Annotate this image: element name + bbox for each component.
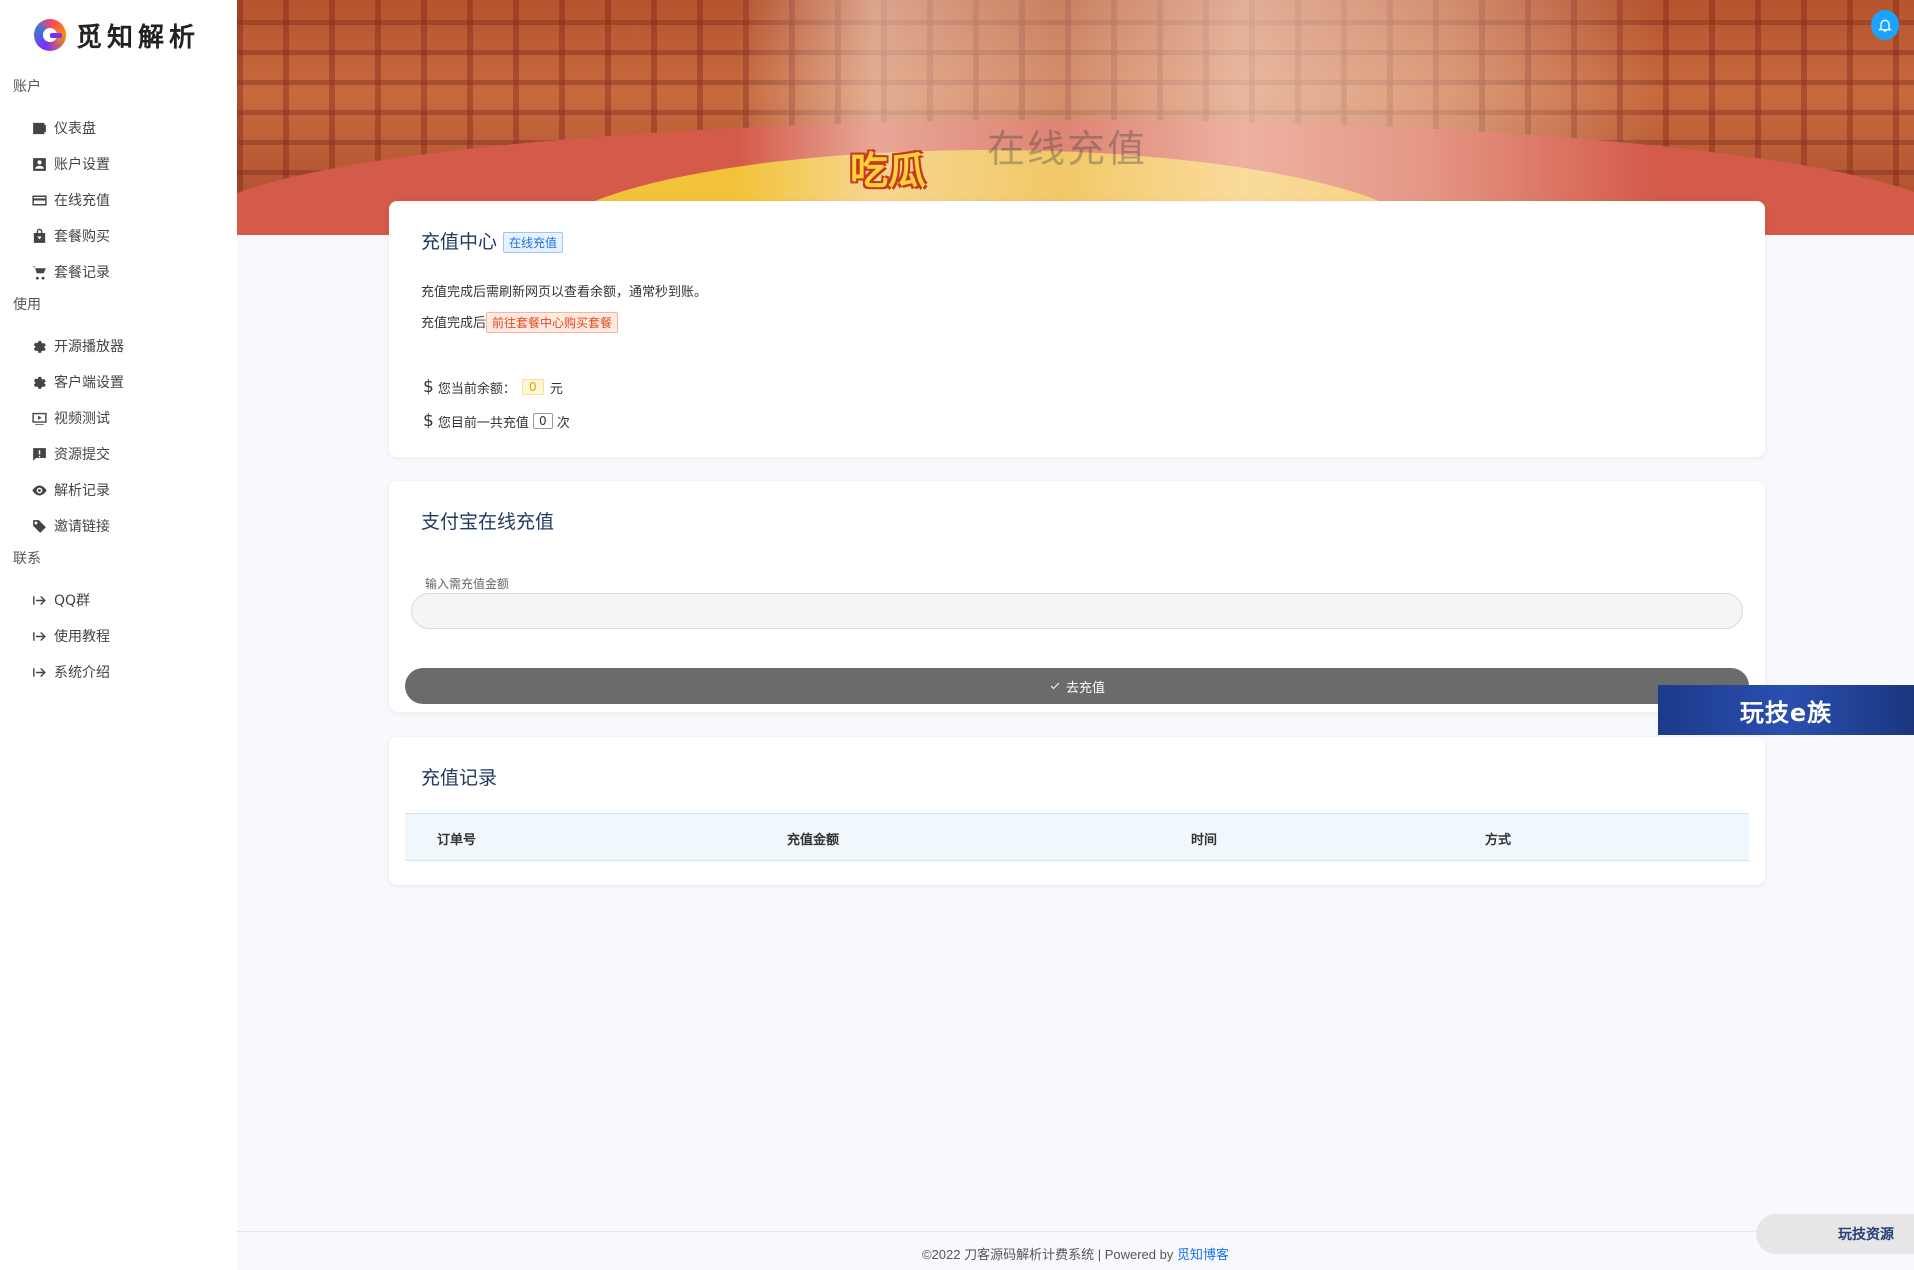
amount-input[interactable] — [411, 593, 1743, 629]
credit-card-icon — [30, 191, 48, 209]
amount-input-label: 输入需充值金额 — [425, 577, 510, 591]
footer-divider — [237, 1231, 1914, 1232]
column-header-amount[interactable]: 充值金额 — [787, 829, 839, 848]
dollar-icon: $ — [423, 411, 434, 431]
wallet-icon — [30, 119, 48, 137]
balance-value: 0 — [521, 379, 544, 395]
alipay-title: 支付宝在线充值 — [421, 511, 555, 533]
recharge-count-line: $ 您目前一共充值 0 次 — [423, 411, 570, 431]
sidebar-item-label: 在线充值 — [54, 193, 110, 209]
nav-section-contact: 联系 — [13, 551, 41, 567]
dollar-icon: $ — [423, 377, 434, 397]
bell-icon[interactable] — [1871, 10, 1899, 40]
balance-label: 您当前余额： — [437, 381, 516, 397]
gear-icon — [30, 337, 48, 355]
header-banner: 吃瓜 在线充值 — [237, 0, 1914, 235]
alert-box-icon — [30, 445, 48, 463]
package-note: 充值完成后 前往套餐中心购买套餐 — [421, 312, 619, 333]
eye-icon — [30, 481, 48, 499]
cart-icon — [30, 263, 48, 281]
sidebar-item-qq-group[interactable]: QQ群 — [0, 582, 237, 618]
gear-icon — [30, 373, 48, 391]
arrow-to-icon — [30, 591, 48, 609]
sidebar-item-video-test[interactable]: 视频测试 — [0, 400, 237, 436]
sidebar-item-open-player[interactable]: 开源播放器 — [0, 328, 237, 364]
sidebar-item-parse-records[interactable]: 解析记录 — [0, 472, 237, 508]
tag-icon — [30, 517, 48, 535]
sidebar-item-label: 使用教程 — [54, 629, 110, 645]
recharge-center-title: 充值中心 在线充值 — [421, 227, 564, 254]
recharge-count-label: 您目前一共充值 — [437, 415, 529, 431]
column-header-order-id[interactable]: 订单号 — [437, 829, 476, 848]
online-recharge-tag: 在线充值 — [503, 232, 564, 253]
sidebar-item-system-intro[interactable]: 系统介绍 — [0, 654, 237, 690]
sidebar-item-online-recharge[interactable]: 在线充值 — [0, 182, 237, 218]
recharge-center-card: 充值中心 在线充值 充值完成后需刷新网页以查看余额，通常秒到账。 充值完成后 前往套… — [389, 201, 1765, 457]
corner-resource-badge[interactable]: 玩技资源 — [1756, 1214, 1914, 1254]
arrow-to-icon — [30, 627, 48, 645]
sidebar-item-tutorial[interactable]: 使用教程 — [0, 618, 237, 654]
footer-powered-link[interactable]: 觅知博客 — [1177, 1247, 1229, 1262]
sidebar-item-label: QQ群 — [54, 593, 91, 609]
submit-recharge-label: 去充值 — [1065, 680, 1105, 696]
balance-line: $ 您当前余额： 0 元 — [423, 377, 563, 397]
sidebar-item-label: 视频测试 — [54, 411, 110, 427]
sidebar-item-label: 邀请链接 — [54, 519, 110, 535]
column-header-method[interactable]: 方式 — [1485, 829, 1511, 848]
logo-mark-icon — [34, 19, 66, 51]
refresh-note: 充值完成后需刷新网页以查看余额，通常秒到账。 — [421, 285, 708, 300]
package-note-prefix: 充值完成后 — [421, 316, 487, 331]
floating-ad-banner[interactable]: 玩技e族 — [1658, 685, 1914, 735]
banner-show-logo: 吃瓜 — [850, 149, 927, 193]
check-icon — [1050, 682, 1060, 690]
sidebar-item-label: 解析记录 — [54, 483, 110, 499]
sidebar-item-package-records[interactable]: 套餐记录 — [0, 254, 237, 290]
sidebar-item-account-settings[interactable]: 账户设置 — [0, 146, 237, 182]
records-table-header: 订单号 充值金额 时间 方式 — [405, 813, 1749, 861]
footer: ©2022 刀客源码解析计费系统 | Powered by 觅知博客 — [237, 1244, 1914, 1263]
nav-section-account: 账户 — [13, 79, 41, 95]
go-package-center-link[interactable]: 前往套餐中心购买套餐 — [486, 312, 619, 333]
logo-text: 觅知解析 — [76, 22, 201, 53]
sidebar-item-label: 套餐购买 — [54, 229, 110, 245]
alipay-recharge-card: 支付宝在线充值 输入需充值金额 去充值 — [389, 481, 1765, 712]
recharge-records-card: 充值记录 订单号 充值金额 时间 方式 — [389, 737, 1765, 885]
sidebar-item-label: 客户端设置 — [54, 375, 124, 391]
banner-overlay-text: 在线充值 — [987, 127, 1148, 171]
footer-copyright: ©2022 刀客源码解析计费系统 | Powered by — [922, 1247, 1177, 1262]
sidebar-item-resource-submit[interactable]: 资源提交 — [0, 436, 237, 472]
submit-recharge-button[interactable]: 去充值 — [405, 668, 1749, 704]
nav-section-usage: 使用 — [13, 297, 41, 313]
balance-unit: 元 — [549, 381, 563, 397]
sidebar-item-package-purchase[interactable]: 套餐购买 — [0, 218, 237, 254]
shopping-bag-icon — [30, 227, 48, 245]
sidebar-item-client-settings[interactable]: 客户端设置 — [0, 364, 237, 400]
logo[interactable]: 觅知解析 — [0, 0, 237, 70]
sidebar-item-invite-link[interactable]: 邀请链接 — [0, 508, 237, 544]
sidebar-item-label: 开源播放器 — [54, 339, 124, 355]
play-box-icon — [30, 409, 48, 427]
sidebar-item-label: 资源提交 — [54, 447, 110, 463]
column-header-time[interactable]: 时间 — [1191, 829, 1217, 848]
records-title: 充值记录 — [421, 767, 498, 789]
sidebar: 觅知解析 账户 仪表盘 账户设置 在线充值 套餐购买 套餐记录 使用 开源播放器… — [0, 0, 237, 1270]
sidebar-item-dashboard[interactable]: 仪表盘 — [0, 110, 237, 146]
arrow-to-icon — [30, 663, 48, 681]
sidebar-item-label: 系统介绍 — [54, 665, 110, 681]
sidebar-item-label: 套餐记录 — [54, 265, 110, 281]
account-box-icon — [30, 155, 48, 173]
sidebar-item-label: 账户设置 — [54, 157, 110, 173]
sidebar-item-label: 仪表盘 — [54, 121, 96, 137]
recharge-count-unit: 次 — [556, 415, 570, 431]
recharge-center-title-text: 充值中心 — [421, 231, 498, 253]
recharge-count-value: 0 — [532, 413, 553, 429]
